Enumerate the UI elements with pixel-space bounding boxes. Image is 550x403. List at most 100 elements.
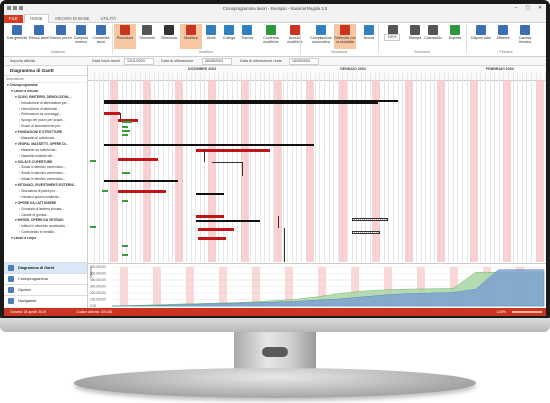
zoom-slider[interactable] (512, 311, 542, 313)
nuova-button[interactable]: Nuova (358, 24, 380, 49)
dependency-link (204, 150, 205, 162)
y-tick-label: 300.000,00 (90, 285, 106, 289)
monitor: Cronoprogramma lavori - Esempio - Namiri… (0, 0, 550, 403)
start-date-label: Data inizio lavori (92, 58, 120, 63)
nav-cronoprogramma[interactable]: Cronoprogramma (4, 273, 87, 284)
link-icon (224, 25, 234, 35)
ribbon-button-label: Dati generali (6, 36, 28, 40)
tab-archivi[interactable]: ARCHIVI DI BASE (50, 15, 95, 23)
weekend-band (252, 267, 260, 306)
tree-row-label: Scavo di sbancamento per... (21, 124, 63, 129)
task-bar (118, 190, 166, 193)
summary-bar (196, 220, 260, 222)
ribbon-separator (112, 25, 113, 54)
list-icon (34, 25, 44, 35)
esporta-button[interactable]: Esporta (444, 24, 466, 49)
ribbon-button-label: Elenco prezzi (50, 36, 72, 40)
strumenti-button[interactable]: Strumenti (136, 24, 158, 49)
procedure-button[interactable]: Procedure (114, 24, 136, 49)
weekend-column (143, 80, 151, 262)
arrange-icon (476, 25, 486, 35)
actual-finish-date-label: Data di ultimazione reale (240, 58, 282, 63)
day-gridline (402, 73, 404, 262)
day-gridline (494, 73, 496, 262)
raffronta-con-la-modalità-button[interactable]: Raffronta con la modalità (334, 24, 356, 49)
tree-row-label: Lavori a misura (13, 88, 38, 93)
day-gridline (420, 73, 422, 262)
weekend-column (274, 80, 282, 262)
tree-row-label: SOLAI E COPERTURE (17, 159, 53, 164)
tree-row-label: Solaio in laterizio cementizio... (21, 165, 66, 170)
ribbon-button-label: Calendario (424, 36, 442, 40)
day-gridline (457, 73, 459, 262)
start-date-field[interactable]: 12/11/2003 (124, 58, 154, 65)
modifica-button[interactable]: Modifica (180, 24, 202, 49)
cambia-finestra-button[interactable]: Cambia finestra (514, 24, 536, 49)
finish-date-field[interactable]: 26/08/2004 (202, 58, 232, 65)
dependency-link (278, 216, 279, 228)
gantt-chart[interactable]: DICEMBRE 2003 GENNAIO 2004 FEBBRAIO 2004 (88, 66, 546, 262)
tree-row-label: FONDAZIONI E STRUTTURE (17, 130, 63, 135)
weekend-column (175, 80, 183, 262)
baseline-bar (352, 218, 388, 221)
dates-toolbar: Importa attività Data inizio lavori 12/1… (4, 57, 546, 66)
column-header-description: Descrizione (4, 76, 87, 83)
summary-bar (104, 144, 314, 146)
zoom-value-field[interactable]: 100% (384, 34, 400, 41)
elenco-lavori-button[interactable]: Elenco lavori (28, 24, 50, 49)
import-activities-button[interactable]: Importa attività (10, 59, 35, 63)
window-icon (520, 25, 530, 35)
tree-row-label: Massetto da sottofondo... (21, 147, 59, 152)
status-activity-code: Codice Attività: 001481 (76, 310, 113, 314)
panel-navigation: Diagramma di Gantt Cronoprogramma Opzioni N… (4, 262, 87, 306)
auto-icon (316, 25, 326, 35)
ribbon-group-label: Modifica (199, 50, 213, 54)
day-gridline (448, 73, 450, 262)
seleziona-button[interactable]: Seleziona (158, 24, 180, 49)
nav-label: Cronoprogramma (18, 277, 48, 281)
task-bar (196, 149, 270, 152)
dependency-link (284, 228, 285, 262)
maximize-button[interactable]: ▢ (524, 5, 532, 12)
y-tick-label: 100.000,00 (90, 298, 106, 302)
conferma-modifiche-button[interactable]: Conferma modifiche (260, 24, 282, 49)
status-date: Giovedì 18 aprile 2019 (10, 310, 47, 314)
ribbon-button-label: Seleziona (161, 36, 177, 40)
tree-row-label: Grondaia di lamiera zincata... (21, 206, 64, 211)
affianca-button[interactable]: Affianca (492, 24, 514, 49)
tab-file[interactable]: FILE (4, 15, 23, 23)
tree-row-label: Massetto di sottofondo... (21, 136, 58, 141)
nav-label: Diagramma di Gantt (18, 266, 55, 270)
dati-generali-button[interactable]: Dati generali (6, 24, 28, 49)
weekend-column (470, 80, 478, 262)
nav-opzioni[interactable]: Opzioni (4, 284, 87, 295)
ribbon-group-label: Visualizza (330, 50, 348, 54)
compilazione-automatica-button[interactable]: Compilazione automatica (310, 24, 332, 49)
calendario-button[interactable]: Calendario (422, 24, 444, 49)
disponi-tutto-button[interactable]: Disponi tutto (470, 24, 492, 49)
print-icon (410, 25, 420, 35)
annulla-modifiche-button[interactable]: Annulla modifiche (284, 24, 306, 49)
minimize-button[interactable]: – (512, 5, 520, 12)
nav-diagramma-di-gantt[interactable]: Diagramma di Gantt (4, 262, 87, 273)
traccia-button[interactable]: Traccia (236, 24, 258, 49)
task-bar (196, 215, 224, 218)
day-gridline (416, 73, 417, 262)
tab-utilita[interactable]: UTILITÀ (95, 15, 121, 23)
nav-navigatore[interactable]: Navigatore (4, 295, 87, 306)
progress-bar (122, 254, 128, 256)
actual-finish-date-field[interactable]: 15/09/2004 (289, 58, 319, 65)
computo-metrico-button[interactable]: Computo metrico (70, 24, 92, 49)
tree-row[interactable]: ▾ Lavori a corpo (4, 236, 87, 242)
weekend-column (405, 80, 413, 262)
elenco-prezzi-button[interactable]: Elenco prezzi (50, 24, 72, 49)
nav-icon (8, 265, 14, 271)
day-gridline (544, 73, 546, 262)
close-button[interactable]: ✕ (536, 5, 544, 12)
ribbon-button-label: Stampa (408, 36, 422, 40)
book-icon (96, 25, 106, 35)
progress-bar (122, 121, 132, 123)
contabilità-lavori-button[interactable]: Contabilità lavori (90, 24, 112, 49)
tab-home[interactable]: HOME (23, 14, 49, 23)
progress-bar (122, 245, 128, 247)
